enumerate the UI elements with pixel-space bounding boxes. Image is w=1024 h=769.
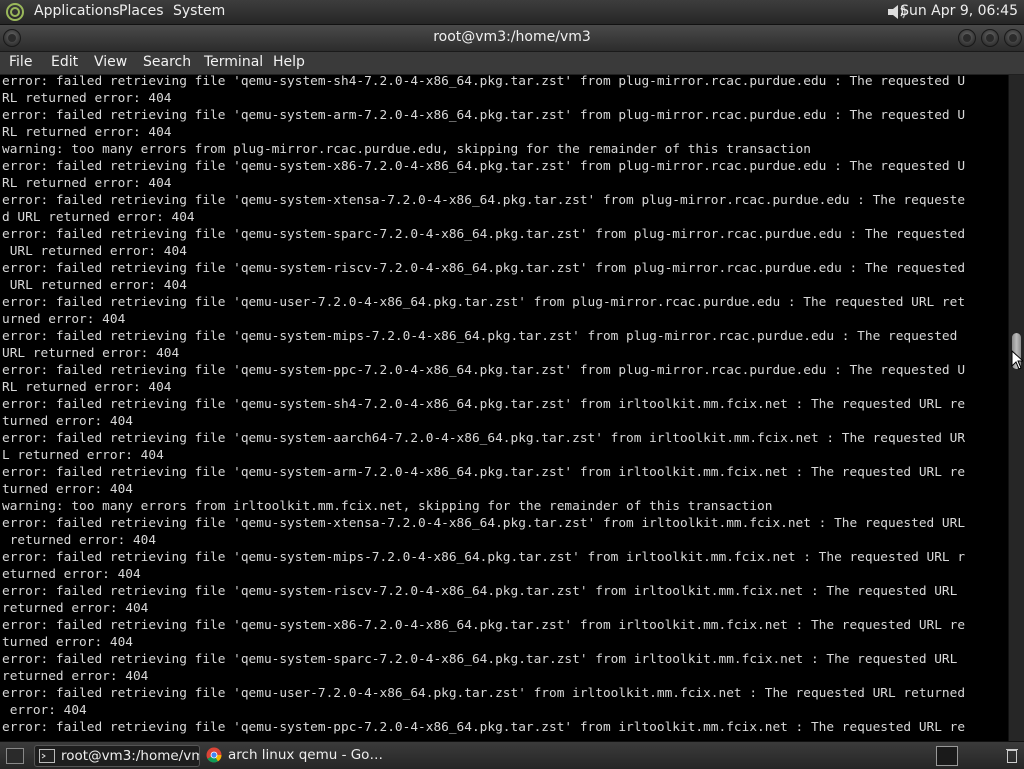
workspace-switcher-icon[interactable] <box>936 746 958 766</box>
menu-help[interactable]: Help <box>273 54 305 70</box>
menu-places[interactable]: Places <box>119 3 164 19</box>
terminal-line: error: failed retrieving file 'qemu-syst… <box>2 584 958 599</box>
terminal-line: error: failed retrieving file 'qemu-syst… <box>2 465 966 480</box>
terminal-line: error: failed retrieving file 'qemu-syst… <box>2 75 966 89</box>
terminal-line: returned error: 404 <box>2 669 149 684</box>
window-title: root@vm3:/home/vm3 <box>433 29 591 45</box>
terminal-line: RL returned error: 404 <box>2 125 172 140</box>
terminal-line: error: failed retrieving file 'qemu-syst… <box>2 261 966 276</box>
terminal-line: URL returned error: 404 <box>2 346 180 361</box>
terminal-line: turned error: 404 <box>2 482 133 497</box>
bottom-panel: root@vm3:/home/vm3 arch linux qemu - Go… <box>0 741 1024 769</box>
terminal-line: L returned error: 404 <box>2 448 164 463</box>
terminal-line: error: failed retrieving file 'qemu-syst… <box>2 227 966 242</box>
menu-applications[interactable]: Applications <box>34 3 120 19</box>
terminal-line: RL returned error: 404 <box>2 380 172 395</box>
mouse-cursor-icon <box>1011 350 1023 370</box>
menu-system[interactable]: System <box>173 3 225 19</box>
terminal-line: error: failed retrieving file 'qemu-syst… <box>2 397 966 412</box>
terminal-line: error: failed retrieving file 'qemu-syst… <box>2 159 966 174</box>
menu-view[interactable]: View <box>94 54 127 70</box>
chrome-icon <box>206 747 222 763</box>
terminal-line: error: failed retrieving file 'qemu-syst… <box>2 363 966 378</box>
close-button[interactable] <box>1004 29 1022 47</box>
terminal-line: error: failed retrieving file 'qemu-syst… <box>2 108 966 123</box>
terminal-line: warning: too many errors from plug-mirro… <box>2 142 811 157</box>
terminal-text: error: failed retrieving file 'qemu-syst… <box>2 75 965 736</box>
trash-icon[interactable] <box>1006 747 1018 763</box>
menu-edit[interactable]: Edit <box>51 54 78 70</box>
minimize-button[interactable] <box>958 29 976 47</box>
terminal-line: error: failed retrieving file 'qemu-syst… <box>2 431 966 446</box>
terminal-line: URL returned error: 404 <box>2 244 187 259</box>
terminal-line: error: failed retrieving file 'qemu-syst… <box>2 652 958 667</box>
vertical-scrollbar[interactable] <box>1008 75 1024 741</box>
terminal-line: error: failed retrieving file 'qemu-user… <box>2 686 966 701</box>
terminal-line: error: failed retrieving file 'qemu-syst… <box>2 720 966 735</box>
show-desktop-icon[interactable] <box>6 748 24 764</box>
terminal-line: d URL returned error: 404 <box>2 210 195 225</box>
window-titlebar[interactable]: root@vm3:/home/vm3 <box>0 25 1024 52</box>
distro-logo-icon[interactable] <box>5 2 25 22</box>
terminal-output[interactable]: error: failed retrieving file 'qemu-syst… <box>0 75 1008 741</box>
top-panel: Applications Places System Sun Apr 9, 06… <box>0 0 1024 25</box>
terminal-line: eturned error: 404 <box>2 567 141 582</box>
terminal-line: warning: too many errors from irltoolkit… <box>2 499 773 514</box>
menu-file[interactable]: File <box>9 54 32 70</box>
terminal-line: RL returned error: 404 <box>2 91 172 106</box>
maximize-button[interactable] <box>981 29 999 47</box>
menu-search[interactable]: Search <box>143 54 191 70</box>
terminal-menubar: File Edit View Search Terminal Help <box>0 52 1024 75</box>
terminal-line: returned error: 404 <box>2 601 149 616</box>
terminal-line: turned error: 404 <box>2 635 133 650</box>
terminal-line: error: failed retrieving file 'qemu-syst… <box>2 516 966 531</box>
terminal-line: URL returned error: 404 <box>2 278 187 293</box>
task-terminal-button[interactable]: root@vm3:/home/vm3 <box>34 745 200 767</box>
terminal-line: RL returned error: 404 <box>2 176 172 191</box>
task-browser-label: arch linux qemu - Go… <box>228 747 383 763</box>
task-browser-button[interactable]: arch linux qemu - Go… <box>202 745 398 765</box>
terminal-line: urned error: 404 <box>2 312 126 327</box>
terminal-line: error: failed retrieving file 'qemu-syst… <box>2 550 966 565</box>
clock[interactable]: Sun Apr 9, 06:45 <box>900 3 1018 19</box>
menu-terminal[interactable]: Terminal <box>204 54 263 70</box>
terminal-line: error: failed retrieving file 'qemu-syst… <box>2 193 966 208</box>
terminal-line: error: failed retrieving file 'qemu-user… <box>2 295 966 310</box>
terminal-line: error: 404 <box>2 703 87 718</box>
terminal-line: turned error: 404 <box>2 414 133 429</box>
terminal-line: error: failed retrieving file 'qemu-syst… <box>2 329 958 344</box>
terminal-line: returned error: 404 <box>2 533 157 548</box>
terminal-icon <box>39 749 55 763</box>
terminal-line: error: failed retrieving file 'qemu-syst… <box>2 618 966 633</box>
task-terminal-label: root@vm3:/home/vm3 <box>61 748 200 764</box>
